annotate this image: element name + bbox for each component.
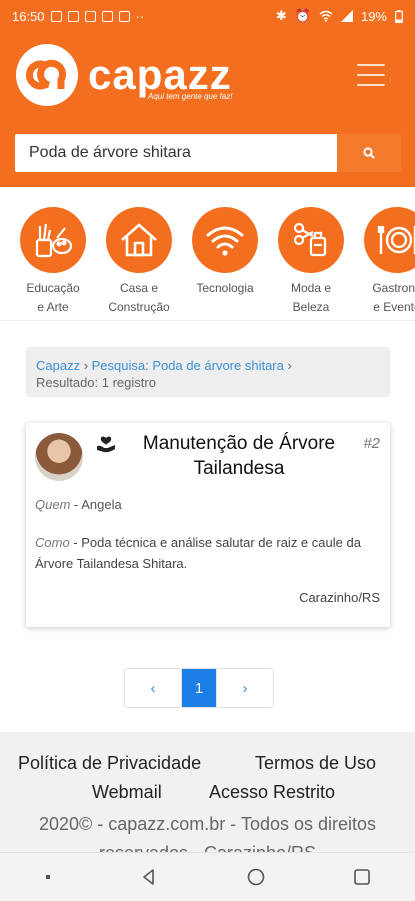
- battery-level: 19%: [360, 8, 387, 24]
- plant-hand-icon: [97, 436, 115, 453]
- home-icon[interactable]: [246, 867, 266, 887]
- logo-mark-icon: [16, 44, 78, 106]
- breadcrumb-separator: ›: [80, 358, 92, 373]
- search-bar: [15, 134, 401, 172]
- wifi-icon: [192, 207, 258, 273]
- category-label: Tecnologia: [196, 281, 254, 295]
- mail-icon: [101, 10, 113, 22]
- bluetooth-icon: ✱: [275, 8, 287, 23]
- site-header: capazz Aqui tem gente que faz!: [0, 32, 415, 187]
- notification-icon: [67, 10, 79, 22]
- facebook-icon: [84, 10, 96, 22]
- search-button[interactable]: [337, 134, 401, 172]
- listing-title[interactable]: Manutenção de Árvore Tailandesa: [130, 431, 348, 481]
- pagination-prev-button[interactable]: ‹: [125, 669, 182, 707]
- breadcrumb: Capazz › Pesquisa: Poda de árvore shitar…: [26, 347, 390, 397]
- signal-icon: [340, 10, 353, 22]
- copyright: 2020© - capazz.com.br - Todos os direito…: [38, 814, 377, 852]
- logo-text: capazz: [88, 51, 232, 98]
- more-icon: ··: [135, 8, 145, 24]
- notification-icon: [50, 10, 62, 22]
- pagination-current-page[interactable]: 1: [182, 669, 216, 707]
- alarm-icon: ⏰: [294, 8, 311, 23]
- category-technology[interactable]: Tecnologia: [182, 207, 268, 298]
- plate-icon: [364, 207, 415, 273]
- status-bar: 16:50 ·· ✱ ⏰ 19%: [0, 0, 415, 32]
- house-icon: [106, 207, 172, 273]
- breadcrumb-home-link[interactable]: Capazz: [36, 358, 80, 373]
- terms-link[interactable]: Termos de Uso: [255, 753, 376, 774]
- category-label: Casa e Construção: [108, 281, 170, 314]
- education-art-icon: [20, 207, 86, 273]
- category-gastronomy-events[interactable]: Gastrono e Evento: [354, 207, 415, 317]
- breadcrumb-separator: ›: [283, 358, 292, 373]
- battery-icon: [395, 9, 403, 23]
- listing-card[interactable]: Manutenção de Árvore Tailandesa #2 Quem …: [26, 423, 390, 627]
- status-time: 16:50: [12, 8, 45, 24]
- search-icon: [363, 147, 375, 159]
- pagination: ‹ 1 ›: [124, 668, 274, 708]
- category-fashion-beauty[interactable]: Moda e Beleza: [268, 207, 354, 317]
- privacy-link[interactable]: Política de Privacidade: [18, 753, 201, 774]
- back-icon[interactable]: [139, 867, 159, 887]
- webmail-link[interactable]: Webmail: [92, 782, 162, 803]
- pagination-next-button[interactable]: ›: [216, 669, 273, 707]
- category-label: Gastrono e Evento: [372, 281, 415, 314]
- listing-location: Carazinho/RS: [299, 590, 380, 605]
- listing-how: Como - Poda técnica e análise salutar de…: [35, 535, 361, 571]
- category-education-art[interactable]: Educação e Arte: [10, 207, 96, 317]
- system-nav-bar: [0, 852, 415, 901]
- category-carousel[interactable]: Educação e Arte Casa e Construção Tecnol…: [0, 187, 415, 321]
- recents-dot-icon[interactable]: [43, 872, 53, 882]
- wifi-status-icon: [319, 10, 333, 22]
- instagram-icon: [118, 10, 130, 22]
- category-label: Educação e Arte: [26, 281, 80, 314]
- result-count: Resultado: 1 registro: [36, 375, 156, 390]
- menu-icon[interactable]: [357, 64, 385, 86]
- category-label: Moda e Beleza: [290, 281, 332, 314]
- overview-icon[interactable]: [352, 867, 372, 887]
- listing-who: Quem - Angela: [35, 497, 122, 512]
- category-house-construction[interactable]: Casa e Construção: [96, 207, 182, 317]
- tagline: Aqui tem gente que faz!: [148, 92, 233, 101]
- site-footer: Política de Privacidade Termos de Uso We…: [0, 732, 415, 852]
- breadcrumb-search-link[interactable]: Pesquisa: Poda de árvore shitara: [92, 358, 284, 373]
- listing-number: #2: [363, 435, 380, 452]
- search-input[interactable]: [15, 134, 337, 172]
- restricted-access-link[interactable]: Acesso Restrito: [209, 782, 335, 803]
- avatar: [35, 433, 83, 481]
- scissors-icon: [278, 207, 344, 273]
